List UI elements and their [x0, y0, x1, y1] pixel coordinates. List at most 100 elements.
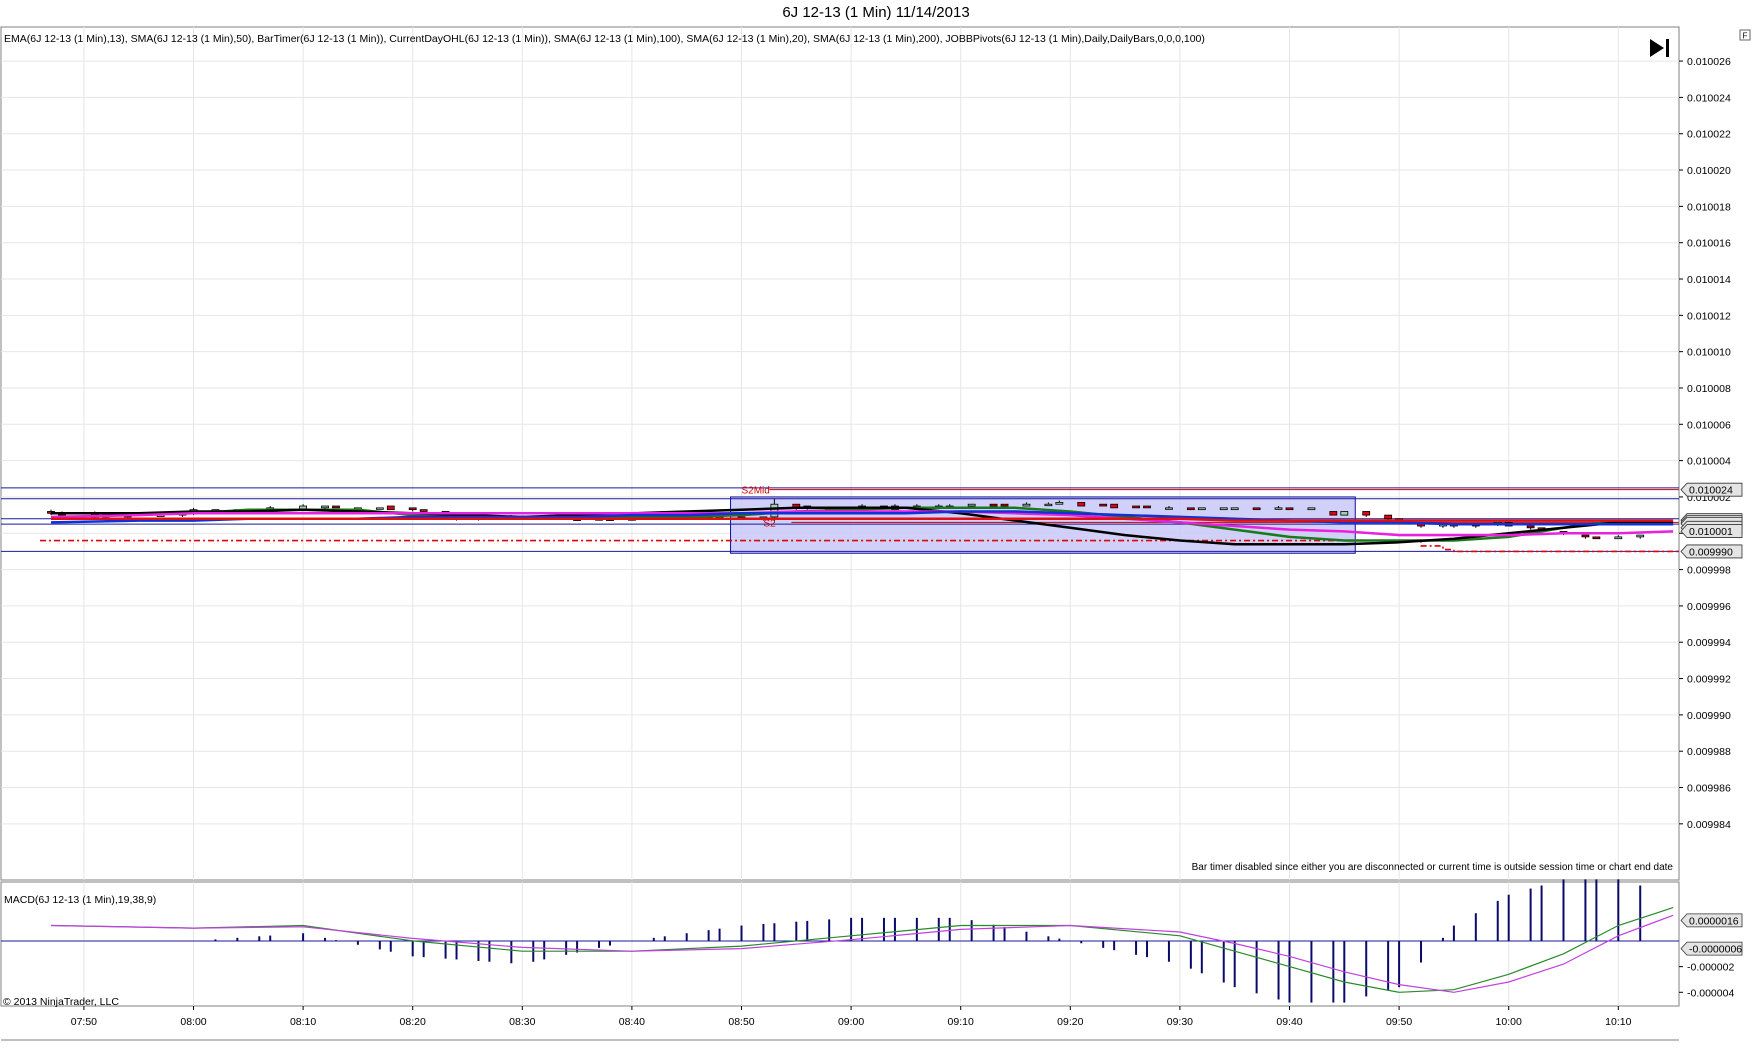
y-tick-label: 0.009994: [1687, 637, 1731, 649]
macd-y-tick-label: -0.000002: [1687, 962, 1734, 974]
macd-price-flag: 0.0000016: [1680, 913, 1743, 927]
skip-to-end-icon[interactable]: [1650, 39, 1669, 57]
y-tick-label: 0.009992: [1687, 674, 1731, 686]
candle-body: [1526, 525, 1535, 529]
candle-body: [375, 507, 384, 510]
y-tick-label: 0.009998: [1687, 565, 1731, 577]
x-tick-label: 08:10: [290, 1016, 316, 1028]
candle-body: [1614, 536, 1623, 540]
x-tick-label: 09:00: [838, 1016, 864, 1028]
candle-body: [1143, 505, 1151, 509]
macd-y-tick-label: -0.000004: [1687, 987, 1734, 999]
candle-body: [1022, 503, 1031, 507]
y-tick-label: 0.010008: [1687, 383, 1731, 395]
candle[interactable]: [1186, 507, 1195, 511]
x-tick-label: 09:50: [1386, 1016, 1412, 1028]
candle[interactable]: [1340, 511, 1349, 516]
macd-panel: [0, 881, 1680, 1007]
y-tick-label: 0.009990: [1687, 710, 1731, 722]
candle[interactable]: [1197, 507, 1206, 511]
candle[interactable]: [375, 507, 384, 510]
candle[interactable]: [1099, 503, 1108, 507]
x-tick-label: 09:20: [1057, 1016, 1083, 1028]
candle-body: [1197, 507, 1206, 511]
svg-text:F: F: [1743, 32, 1748, 41]
candle[interactable]: [408, 507, 417, 512]
y-tick-label: 0.010004: [1687, 456, 1731, 468]
fullscreen-button[interactable]: F: [1739, 29, 1751, 41]
candle-body: [1044, 503, 1053, 507]
x-tick-label: 10:00: [1496, 1016, 1522, 1028]
candle-body: [1285, 507, 1294, 511]
candle-body: [332, 505, 340, 509]
candle[interactable]: [1592, 536, 1601, 540]
candle-body: [1132, 505, 1140, 509]
x-tick-label: 07:50: [71, 1016, 97, 1028]
candle[interactable]: [1614, 535, 1623, 540]
price-flag-label: 0.0000016: [1689, 915, 1739, 927]
copyright: © 2013 NinjaTrader, LLC: [3, 996, 119, 1008]
candle-body: [1165, 507, 1173, 510]
candle-body: [1340, 511, 1349, 516]
macd-price-flag: -0.0000006: [1680, 941, 1743, 956]
candle[interactable]: [1132, 505, 1140, 509]
main-price-flag: 0.010001: [1680, 524, 1743, 538]
y-tick-label: 0.010026: [1687, 56, 1731, 68]
candle[interactable]: [1252, 507, 1261, 511]
x-tick-label: 10:10: [1605, 1016, 1631, 1028]
x-tick-label: 09:40: [1276, 1016, 1302, 1028]
y-tick-label: 0.010022: [1687, 129, 1731, 141]
y-tick-label: 0.010014: [1687, 274, 1731, 286]
candle-body: [1307, 507, 1316, 511]
candle[interactable]: [1581, 534, 1590, 539]
candle[interactable]: [1000, 503, 1009, 507]
pivot-label: S2Mid: [742, 486, 770, 497]
x-tick-label: 09:10: [948, 1016, 974, 1028]
candle-body: [419, 509, 428, 512]
y-tick-label: 0.009986: [1687, 783, 1731, 795]
x-tick-label: 08:00: [180, 1016, 206, 1028]
x-tick-label: 08:30: [509, 1016, 535, 1028]
candle-body: [1055, 501, 1064, 505]
candle[interactable]: [1329, 511, 1338, 516]
candle-body: [1252, 507, 1261, 511]
candle[interactable]: [1230, 507, 1239, 511]
y-tick-label: 0.009988: [1687, 746, 1731, 758]
candle-body: [989, 503, 998, 507]
candle[interactable]: [332, 505, 340, 509]
y-tick-label: 0.010010: [1687, 347, 1731, 359]
candle[interactable]: [386, 505, 395, 511]
candle[interactable]: [1077, 501, 1086, 507]
indicator-legend: EMA(6J 12-13 (1 Min),13), SMA(6J 12-13 (…: [4, 33, 1205, 45]
candle[interactable]: [1362, 511, 1371, 517]
candle[interactable]: [1636, 534, 1645, 539]
candle[interactable]: [1307, 507, 1316, 511]
candle-body: [1636, 534, 1645, 538]
candle-body: [408, 507, 417, 511]
y-tick-label: 0.009996: [1687, 601, 1731, 613]
candle[interactable]: [989, 503, 998, 507]
candle-body: [386, 505, 395, 511]
candle[interactable]: [1285, 507, 1294, 511]
chart-canvas: S2MidS2 0.0100260.0100240.0100220.010020…: [0, 26, 1751, 1041]
candle[interactable]: [1143, 505, 1151, 509]
candle-body: [321, 505, 329, 509]
main-price-flag: 0.009990: [1680, 544, 1743, 558]
candle-body: [1384, 514, 1393, 520]
y-tick-label: 0.009984: [1687, 819, 1731, 831]
candle[interactable]: [1526, 525, 1535, 530]
candle[interactable]: [1219, 507, 1228, 511]
x-tick-label: 08:20: [400, 1016, 426, 1028]
candle[interactable]: [1110, 503, 1119, 509]
y-tick-label: 0.010018: [1687, 201, 1731, 213]
candle-body: [1329, 511, 1338, 516]
price-flag-label: -0.0000006: [1689, 944, 1742, 956]
price-flag-label: 0.010024: [1689, 485, 1733, 497]
candle-body: [1000, 503, 1009, 507]
y-tick-label: 0.010016: [1687, 238, 1731, 250]
x-tick-label: 08:50: [728, 1016, 754, 1028]
candle-body: [1592, 536, 1601, 540]
bar-timer-message: Bar timer disabled since either you are …: [1192, 862, 1674, 873]
main-price-flag: 0.010024: [1680, 482, 1743, 497]
candle-body: [1230, 507, 1239, 511]
